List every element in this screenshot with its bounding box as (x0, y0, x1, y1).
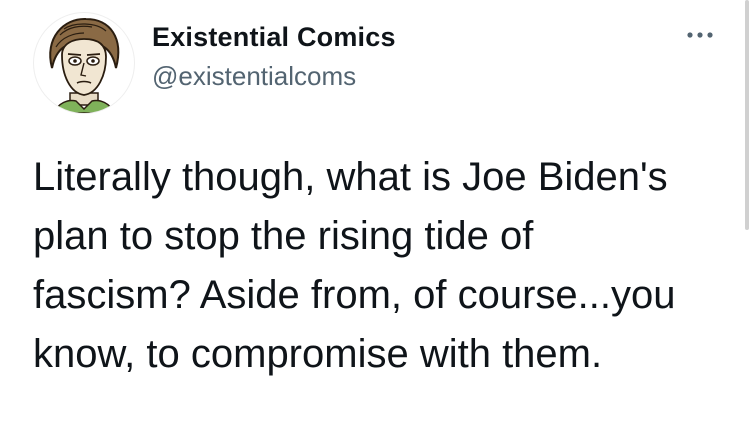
tweet-text: Literally though, what is Joe Biden's pl… (33, 148, 733, 384)
display-name[interactable]: Existential Comics (152, 22, 396, 53)
scrollbar-thumb[interactable] (745, 0, 749, 230)
more-options-button[interactable] (680, 15, 720, 55)
scrollbar[interactable] (744, 0, 750, 230)
user-handle[interactable]: @existentialcoms (152, 61, 356, 92)
tweet-line: Literally though, what is Joe Biden's (33, 155, 668, 199)
cartoon-portrait-icon (49, 17, 120, 113)
tweet-line: fascism? Aside from, of course...you (33, 273, 676, 317)
more-horizontal-icon (687, 32, 713, 38)
tweet-line: know, to compromise with them. (33, 332, 603, 376)
avatar[interactable] (33, 12, 135, 114)
tweet-line: plan to stop the rising tide of (33, 214, 534, 258)
